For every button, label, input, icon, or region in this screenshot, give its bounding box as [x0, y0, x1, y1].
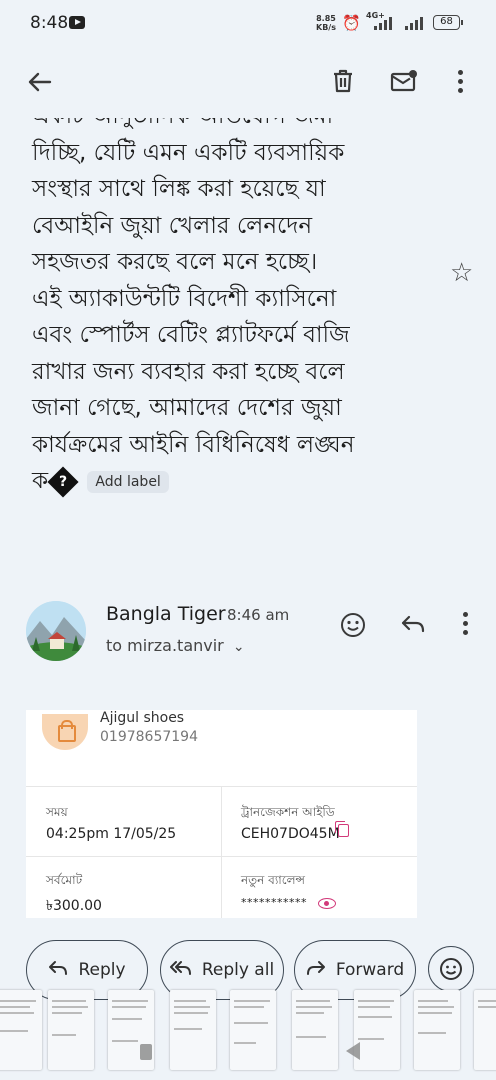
body-line: জানা গেছে, আমাদের দেশের জুয়া [32, 395, 342, 421]
status-bar: 8:48 8.85 KB/s ⏰ 4G+ 68 [0, 0, 496, 48]
body-line: সহজতর করছে বলে মনে হচ্ছে। [32, 249, 318, 275]
network-speed-value: 8.85 [316, 14, 336, 23]
emoji-icon[interactable] [340, 612, 366, 638]
recent-app-thumbnail[interactable] [170, 990, 216, 1070]
recent-app-thumbnail[interactable] [230, 990, 276, 1070]
transaction-id-label: ট্রানজেকশন আইডি [241, 805, 335, 819]
reply-label: Reply [78, 960, 126, 980]
recipient-details[interactable]: to mirza.tanvir ⌄ [106, 636, 245, 655]
recent-app-thumbnail[interactable] [0, 990, 42, 1070]
body-line: এবং স্পোর্টস বেটিং প্ল্যাটফর্মে বাজি [32, 322, 350, 348]
recent-apps-strip [0, 984, 496, 1080]
replacement-char-icon: ? [47, 465, 79, 498]
shopping-bag-icon [42, 714, 88, 750]
nav-back-icon[interactable] [346, 1042, 360, 1060]
new-balance-label: নতুন ব্যালেন্স [241, 873, 305, 887]
network-speed: 8.85 KB/s [316, 14, 336, 32]
reply-icon [48, 960, 68, 981]
email-body: একটি আনুষ্ঠানিক অভিযোগ জমা দিচ্ছি, যেটি … [32, 98, 432, 500]
body-line: একটি আনুষ্ঠানিক অভিযোগ জমা [32, 103, 334, 129]
add-label-button[interactable]: Add label [87, 470, 169, 493]
receipt-card: Ajigul shoes 01978657194 সময় 04:25pm 17… [26, 710, 417, 918]
divider [221, 786, 222, 918]
body-line: দিচ্ছি, যেটি এমন একটি ব্যবসায়িক [32, 139, 345, 166]
network-speed-unit: KB/s [316, 23, 336, 32]
replacement-char: ? [59, 473, 68, 490]
forward-label: Forward [335, 960, 405, 980]
copy-icon[interactable] [335, 821, 349, 837]
time-label: সময় [46, 805, 68, 819]
divider [26, 856, 417, 857]
signal-icon-sim2 [405, 16, 423, 30]
body-line: কার্যক্রমের আইনি বিধিনিষেধ লঙ্ঘন [32, 431, 355, 458]
avatar[interactable] [26, 601, 86, 661]
body-last-line: ক? Add label [32, 463, 432, 500]
new-balance-value: *********** [241, 896, 307, 909]
body-last-line-prefix: ক [32, 468, 49, 494]
more-vert-icon[interactable] [450, 66, 470, 96]
body-line: সংস্থার সাথে লিঙ্ক করা হয়েছে যা [32, 176, 326, 202]
nav-home-icon[interactable] [140, 1044, 152, 1060]
back-arrow-icon[interactable] [22, 64, 58, 100]
total-value: ৳300.00 [46, 898, 102, 914]
body-line: রাখার জন্য ব্যবহার করা হচ্ছে বলে [32, 358, 345, 385]
transaction-id-value: CEH07DO45M [241, 826, 340, 842]
star-icon[interactable]: ☆ [450, 258, 473, 288]
chevron-down-icon: ⌄ [232, 639, 245, 655]
eye-icon[interactable] [318, 898, 336, 909]
recent-app-thumbnail[interactable] [474, 990, 496, 1070]
more-vert-icon[interactable] [458, 612, 472, 640]
mark-unread-icon[interactable] [388, 66, 420, 96]
shop-name: Ajigul shoes [100, 710, 185, 726]
reply-all-icon [169, 960, 192, 981]
battery-icon: 68 [433, 15, 463, 30]
sender-name: Bangla Tiger [106, 603, 226, 625]
recent-app-thumbnail[interactable] [414, 990, 460, 1070]
time-value: 04:25pm 17/05/25 [46, 826, 177, 842]
alarm-off-icon: ⏰ [342, 14, 361, 32]
recipient-text: to mirza.tanvir [106, 636, 224, 655]
body-line: এই অ্যাকাউন্টটি বিদেশী ক্যাসিনো [32, 285, 337, 312]
recent-app-thumbnail[interactable] [354, 990, 400, 1070]
trash-icon[interactable] [330, 66, 356, 96]
reply-all-label: Reply all [201, 960, 275, 980]
shop-phone: 01978657194 [100, 729, 198, 745]
recent-app-thumbnail[interactable] [48, 990, 94, 1070]
total-label: সর্বমোট [46, 873, 83, 887]
recent-app-thumbnail[interactable] [292, 990, 338, 1070]
reply-icon[interactable] [400, 614, 428, 636]
forward-icon [306, 960, 326, 981]
youtube-notification-icon [69, 16, 85, 29]
sender-time: 8:46 am [227, 606, 290, 624]
signal-icon [374, 16, 392, 30]
status-time: 8:48 [30, 13, 69, 33]
body-line: বেআইনি জুয়া খেলার লেনদেন [32, 212, 313, 239]
